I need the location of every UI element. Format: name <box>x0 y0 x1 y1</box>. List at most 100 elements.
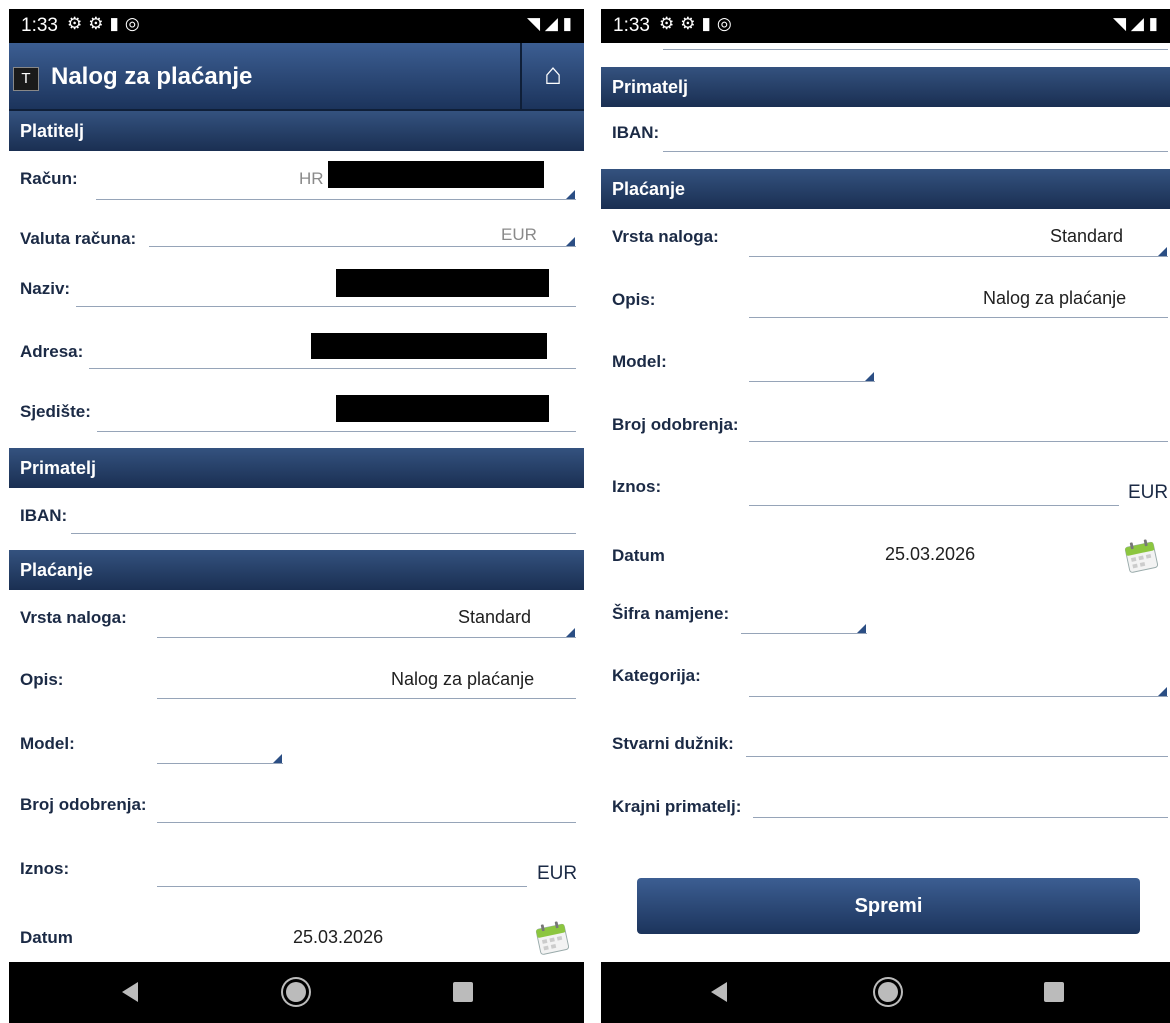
section-payer: Platitelj <box>9 111 584 151</box>
settings-icon: ⚙ <box>680 14 702 33</box>
actual-debtor-field[interactable] <box>746 756 1168 757</box>
page-title: Nalog za plaćanje <box>51 63 253 90</box>
status-bar: 1:33 ⚙⚙▮◎ ◥ ◢ ▮ <box>9 9 584 43</box>
calendar-icon[interactable] <box>1122 536 1160 574</box>
amount-field[interactable] <box>157 886 527 887</box>
sd-card-icon: ▮ <box>701 14 717 33</box>
model-label: Model: <box>20 734 75 753</box>
redacted-account <box>328 161 544 188</box>
address-label: Adresa: <box>20 342 84 361</box>
order-type-label: Vrsta naloga: <box>20 608 127 627</box>
dropdown-arrow-icon <box>566 237 575 246</box>
model-dropdown[interactable] <box>157 763 283 764</box>
section-recipient: Primatelj <box>601 67 1170 107</box>
approval-label: Broj odobrenja: <box>612 415 739 434</box>
description-value: Nalog za plaćanje <box>983 288 1127 308</box>
screen-left: 1:33 ⚙⚙▮◎ ◥ ◢ ▮ T Nalog za plaćanje ⌂ Pl… <box>9 9 584 1023</box>
dropdown-arrow-icon <box>865 372 874 381</box>
sync-icon: ◎ <box>716 14 738 33</box>
home-icon: ⌂ <box>543 58 563 91</box>
purpose-code-dropdown[interactable] <box>741 633 867 634</box>
home-button[interactable]: ⌂ <box>520 43 584 109</box>
dropdown-arrow-icon <box>857 624 866 633</box>
app-logo-icon: T <box>13 67 39 91</box>
redacted-address <box>311 333 547 359</box>
account-dropdown[interactable] <box>96 199 576 200</box>
account-label: Račun: <box>20 169 78 188</box>
description-field[interactable] <box>157 698 576 699</box>
currency-value: EUR <box>501 225 537 244</box>
redacted-name <box>336 269 549 297</box>
iban-field[interactable] <box>71 533 576 534</box>
address-field[interactable] <box>89 368 576 369</box>
model-dropdown[interactable] <box>749 381 875 382</box>
description-field[interactable] <box>749 317 1168 318</box>
iban-field[interactable] <box>663 151 1168 152</box>
system-icons: ◥ ◢ ▮ <box>1113 14 1158 34</box>
dropdown-arrow-icon <box>273 754 282 763</box>
notification-icons: ⚙⚙▮◎ <box>659 14 738 34</box>
amount-label: Iznos: <box>20 859 70 878</box>
battery-icon: ▮ <box>562 14 572 33</box>
wifi-icon: ◥ <box>527 14 541 33</box>
category-dropdown[interactable] <box>749 696 1168 697</box>
nav-back-icon[interactable] <box>122 982 138 1002</box>
section-recipient: Primatelj <box>9 448 584 488</box>
app-bar: T Nalog za plaćanje ⌂ <box>9 43 584 111</box>
screen-right: 1:33 ⚙⚙▮◎ ◥ ◢ ▮ Primatelj IBAN: Plaćanje… <box>601 9 1170 1023</box>
order-type-dropdown[interactable] <box>749 256 1168 257</box>
order-type-value: Standard <box>1050 226 1124 246</box>
battery-icon: ▮ <box>1148 14 1158 33</box>
settings-icon: ⚙ <box>659 14 681 33</box>
android-nav-bar <box>9 962 584 1023</box>
iban-label: IBAN: <box>612 123 660 142</box>
description-label: Opis: <box>20 670 64 689</box>
final-recipient-label: Krajni primatelj: <box>612 797 742 816</box>
nav-back-icon[interactable] <box>711 982 727 1002</box>
purpose-code-label: Šifra namjene: <box>612 604 730 623</box>
save-button[interactable]: Spremi <box>637 878 1140 934</box>
order-type-label: Vrsta naloga: <box>612 227 719 246</box>
nav-recents-icon[interactable] <box>453 982 473 1002</box>
dropdown-arrow-icon <box>566 628 575 637</box>
calendar-icon[interactable] <box>533 918 571 956</box>
approval-label: Broj odobrenja: <box>20 795 147 814</box>
amount-field[interactable] <box>749 505 1119 506</box>
settings-icon: ⚙ <box>88 14 110 33</box>
amount-label: Iznos: <box>612 477 662 496</box>
wifi-icon: ◥ <box>1113 14 1127 33</box>
system-icons: ◥ ◢ ▮ <box>527 14 572 34</box>
nav-home-icon[interactable] <box>286 982 306 1002</box>
category-label: Kategorija: <box>612 666 701 685</box>
model-label: Model: <box>612 352 667 371</box>
notification-icons: ⚙⚙▮◎ <box>67 14 146 34</box>
seat-field[interactable] <box>97 431 576 432</box>
description-label: Opis: <box>612 290 656 309</box>
amount-currency: EUR <box>537 863 578 884</box>
signal-icon: ◢ <box>544 14 558 33</box>
date-label: Datum <box>612 546 665 565</box>
final-recipient-field[interactable] <box>753 817 1168 818</box>
date-label: Datum <box>20 928 73 947</box>
currency-label: Valuta računa: <box>20 229 137 248</box>
dropdown-arrow-icon <box>566 190 575 199</box>
iban-label: IBAN: <box>20 506 68 525</box>
android-nav-bar <box>601 962 1170 1023</box>
status-time: 1:33 <box>613 15 650 36</box>
sd-card-icon: ▮ <box>109 14 125 33</box>
order-type-dropdown[interactable] <box>157 637 576 638</box>
signal-icon: ◢ <box>1130 14 1144 33</box>
sync-icon: ◎ <box>124 14 146 33</box>
nav-recents-icon[interactable] <box>1044 982 1064 1002</box>
name-field[interactable] <box>76 306 576 307</box>
amount-currency: EUR <box>1128 482 1169 503</box>
name-label: Naziv: <box>20 279 71 298</box>
redacted-seat <box>336 395 549 422</box>
date-value[interactable]: 25.03.2026 <box>885 544 975 565</box>
nav-home-icon[interactable] <box>878 982 898 1002</box>
date-value[interactable]: 25.03.2026 <box>293 927 383 948</box>
currency-dropdown[interactable] <box>149 246 576 247</box>
section-payment: Plaćanje <box>9 550 584 590</box>
approval-field[interactable] <box>157 822 576 823</box>
approval-field[interactable] <box>749 441 1168 442</box>
